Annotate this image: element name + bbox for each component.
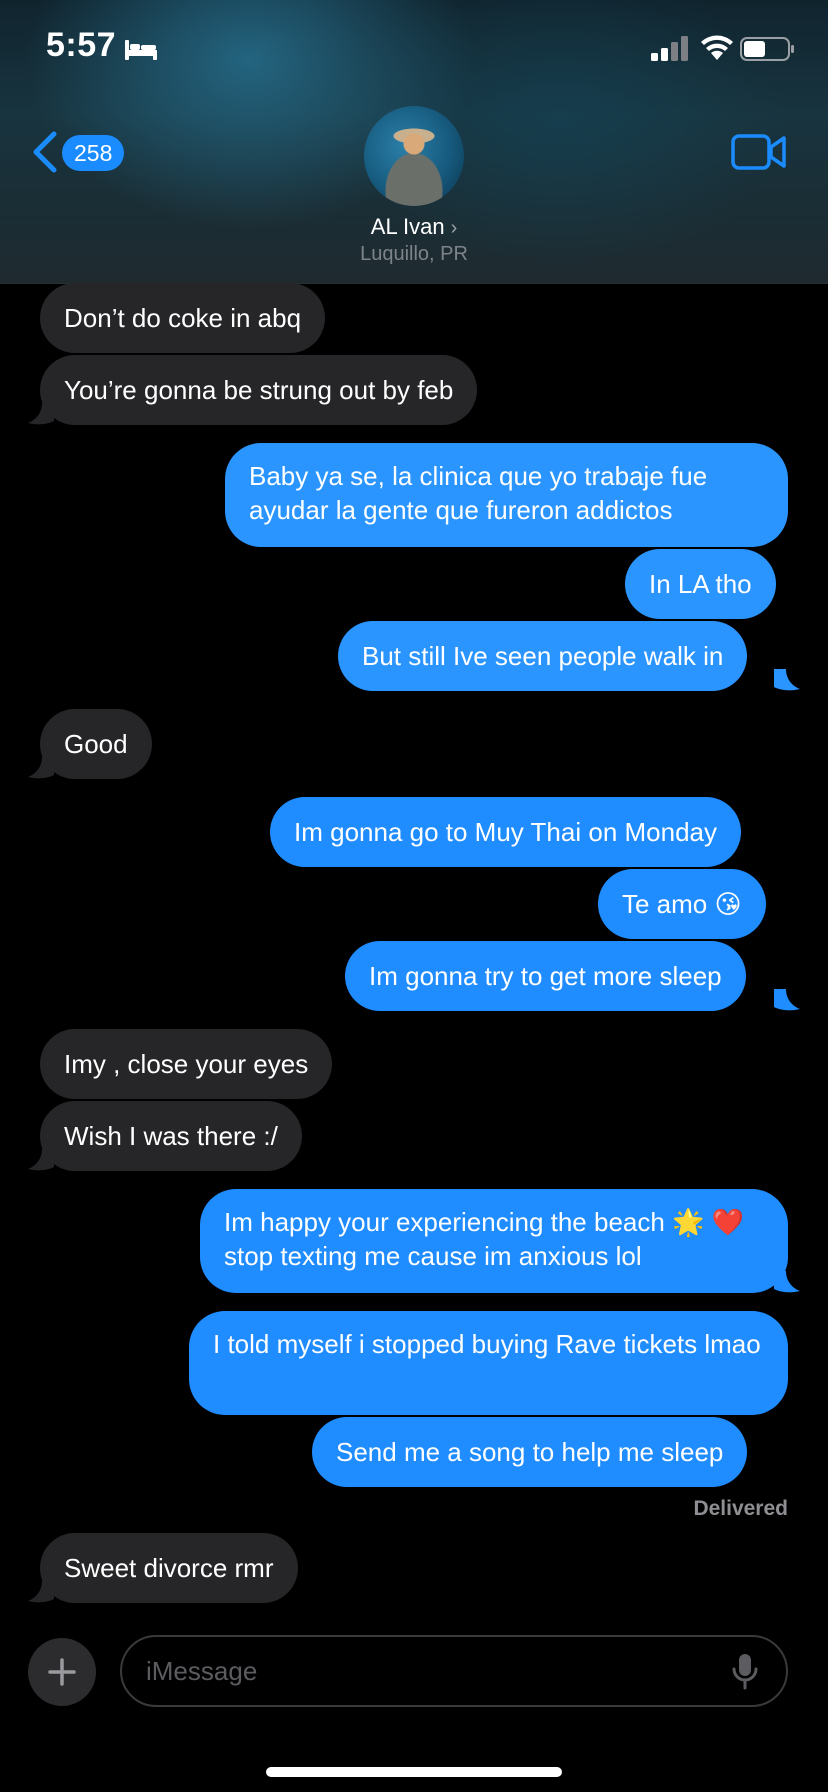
home-indicator[interactable] (266, 1767, 562, 1777)
message-bubble-incoming[interactable]: Wish I was there :/ (40, 1101, 302, 1171)
bubble-tail (28, 757, 54, 779)
contact-name-button[interactable]: AL Ivan › (0, 214, 828, 240)
message-bubble-outgoing[interactable]: Te amo 😘 (598, 869, 766, 939)
plus-icon (48, 1658, 76, 1686)
bubble-tail (774, 669, 800, 691)
message-bubble-incoming[interactable]: Good (40, 709, 152, 779)
contact-name: AL Ivan (370, 214, 445, 239)
battery-icon (740, 37, 794, 61)
message-bubble-incoming[interactable]: You’re gonna be strung out by feb (40, 355, 478, 425)
signal-icon (651, 36, 688, 61)
message-bubble-outgoing[interactable]: Baby ya se, la clinica que yo trabaje fu… (225, 443, 788, 547)
message-bubble-outgoing[interactable]: In LA tho (625, 549, 776, 619)
chevron-right-icon: › (450, 217, 458, 239)
bubble-tail (774, 989, 800, 1011)
message-list[interactable]: Don’t do coke in abq You’re gonna be str… (0, 283, 828, 1623)
messages-screen: 5:57 258 AL Ivan › Luquillo, PR Don’t do… (0, 0, 828, 1792)
message-bubble-outgoing[interactable]: But still Ive seen people walk in (338, 621, 748, 691)
bubble-tail (28, 403, 54, 425)
bed-icon (125, 40, 157, 60)
message-bubble-incoming[interactable]: Imy , close your eyes (40, 1029, 333, 1099)
contact-location: Luquillo, PR (360, 243, 468, 265)
contact-avatar[interactable] (364, 106, 464, 206)
bubble-tail (28, 1581, 54, 1603)
bubble-tail (774, 1271, 800, 1293)
message-bubble-incoming[interactable]: Don’t do coke in abq (40, 283, 326, 353)
back-chevron-icon[interactable] (30, 130, 60, 174)
unread-count-badge[interactable]: 258 (62, 135, 125, 171)
microphone-icon[interactable] (731, 1653, 759, 1691)
video-camera-icon[interactable] (731, 133, 787, 171)
message-bubble-outgoing[interactable]: Send me a song to help me sleep (312, 1417, 748, 1487)
status-time: 5:57 (46, 26, 117, 64)
message-bubble-outgoing[interactable]: I told myself i stopped buying Rave tick… (189, 1311, 788, 1415)
conversation-header: 5:57 258 AL Ivan › Luquillo, PR (0, 0, 828, 284)
bubble-tail (28, 1149, 54, 1171)
apps-plus-button[interactable] (28, 1638, 96, 1706)
message-bubble-outgoing[interactable]: Im gonna try to get more sleep (345, 941, 746, 1011)
message-input[interactable] (120, 1635, 788, 1707)
message-bubble-outgoing[interactable]: Im gonna go to Muy Thai on Monday (270, 797, 741, 867)
message-bubble-outgoing[interactable]: Im happy your experiencing the beach 🌟 ❤… (200, 1189, 788, 1293)
message-bubble-incoming[interactable]: Sweet divorce rmr (40, 1533, 298, 1603)
wifi-icon (701, 35, 733, 60)
delivered-receipt: Delivered (693, 1497, 788, 1520)
